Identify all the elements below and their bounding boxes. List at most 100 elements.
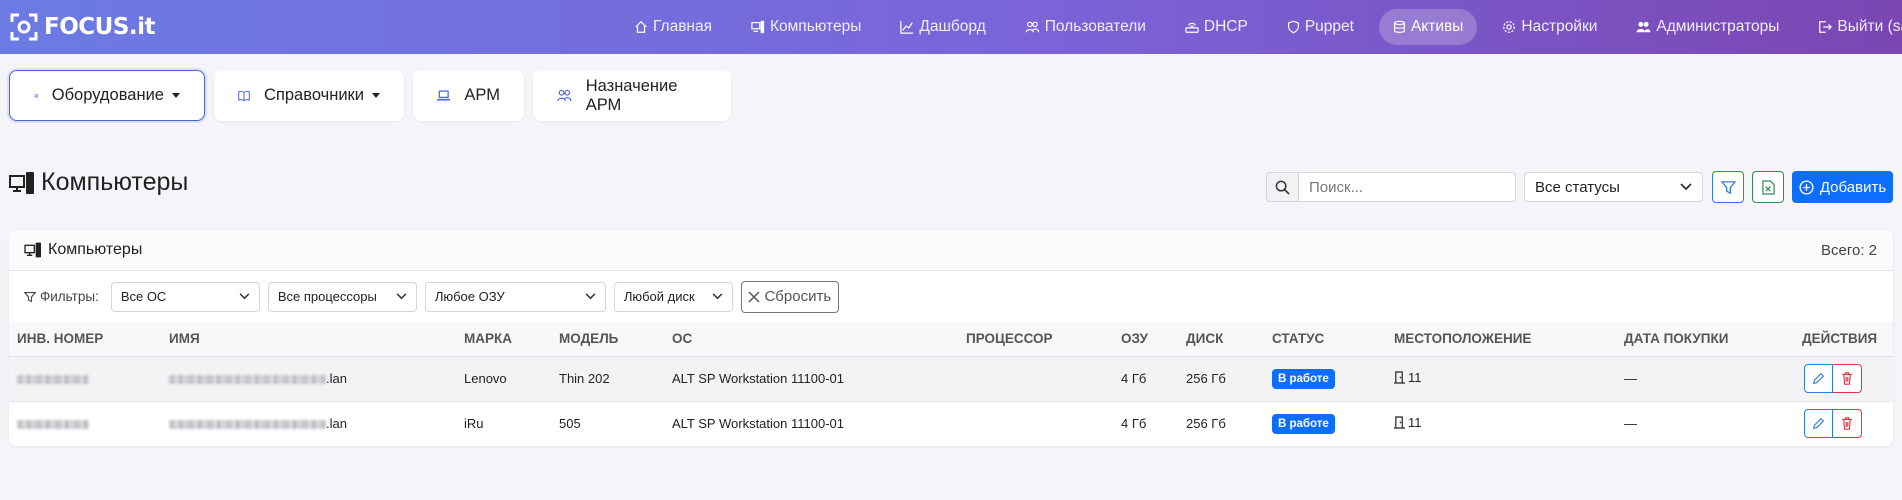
location-value: 11 [1408, 415, 1422, 431]
nav-item-label: DHCP [1203, 18, 1248, 35]
top-navbar: FOCUS.it Главная Компьютеры Дашборд Поль… [0, 0, 1902, 54]
cpu-filter-select[interactable]: Все процессоры [267, 281, 417, 312]
pc-display-icon [9, 171, 34, 194]
tab-label: АРМ [464, 86, 500, 104]
search-group [1266, 172, 1516, 202]
export-excel-button[interactable] [1752, 171, 1784, 203]
edit-button[interactable] [1804, 409, 1833, 439]
column-header[interactable]: МАРКА [456, 322, 551, 357]
purchase-date-cell: — [1616, 356, 1794, 402]
people-fill-icon [1636, 21, 1651, 33]
nav-item-settings[interactable]: Настройки [1488, 9, 1611, 45]
redacted-inv-number [17, 375, 89, 385]
gear-icon [1503, 21, 1516, 33]
page-title-text: Компьютеры [41, 168, 189, 196]
disk-cell: 256 Гб [1178, 401, 1264, 446]
delete-button[interactable] [1833, 409, 1862, 439]
card-header: Компьютеры Всего: 2 [9, 230, 1893, 271]
nav-item-label: Администраторы [1656, 18, 1780, 35]
cpu-cell [958, 356, 1113, 402]
page-title: Компьютеры [9, 168, 188, 197]
brand-logo[interactable]: FOCUS.it [10, 13, 156, 41]
reset-filters-button[interactable]: Сбросить [740, 280, 839, 313]
column-header[interactable]: СТАТУС [1264, 322, 1386, 357]
column-header[interactable]: ДИСК [1178, 322, 1264, 357]
table-header-row: ИНВ. НОМЕР ИМЯ МАРКА МОДЕЛЬ ОС ПРОЦЕССОР… [9, 322, 1893, 357]
nav-item-home[interactable]: Главная [620, 9, 726, 45]
nav-item-label: Дашборд [919, 18, 986, 35]
ram-filter-select[interactable]: Любое ОЗУ [424, 281, 606, 312]
search-input[interactable] [1298, 172, 1516, 202]
actions-cell [1794, 356, 1893, 402]
purchase-date-cell: — [1616, 401, 1794, 446]
delete-button[interactable] [1833, 364, 1862, 393]
column-header[interactable]: МОДЕЛЬ [551, 322, 664, 357]
cpu-cell [958, 401, 1113, 446]
status-cell: В работе [1264, 356, 1386, 402]
os-cell: ALT SP Workstation 11100-01 [664, 356, 958, 402]
filters-label-text: Фильтры: [40, 289, 99, 304]
column-header[interactable]: ОС [664, 322, 958, 357]
nav-item-assets[interactable]: Активы [1378, 9, 1478, 45]
redacted-inv-number [17, 420, 89, 430]
cpu-filter-value: Все процессоры [277, 289, 377, 304]
book-icon [238, 90, 250, 102]
add-computer-button[interactable]: Добавить [1792, 171, 1893, 203]
chart-line-icon [900, 20, 914, 34]
tab-label: Справочники [264, 86, 364, 104]
redacted-hostname [169, 375, 326, 385]
column-header[interactable]: МЕСТОПОЛОЖЕНИЕ [1386, 322, 1616, 357]
hostname-suffix: .lan [326, 371, 347, 386]
nav-item-admins[interactable]: Администраторы [1622, 9, 1793, 45]
nav-item-users[interactable]: Пользователи [1011, 9, 1160, 45]
os-filter-select[interactable]: Все ОС [110, 281, 260, 312]
tab-references[interactable]: Справочники [214, 70, 404, 121]
table-row[interactable]: .lan Lenovo Thin 202 ALT SP Workstation … [9, 356, 1893, 402]
pencil-icon [1812, 418, 1825, 430]
nav-item-computers[interactable]: Компьютеры [737, 9, 875, 45]
status-filter-select[interactable]: Все статусы [1524, 172, 1703, 202]
table-row[interactable]: .lan iRu 505 ALT SP Workstation 11100-01… [9, 401, 1893, 446]
ram-cell: 4 Гб [1113, 401, 1178, 446]
nav-item-label: Главная [653, 18, 712, 35]
disk-filter-value: Любой диск [623, 289, 695, 304]
filter-toggle-button[interactable] [1712, 171, 1744, 203]
column-header[interactable]: ОЗУ [1113, 322, 1178, 357]
redacted-hostname [169, 420, 326, 430]
nav-item-dhcp[interactable]: DHCP [1171, 9, 1262, 45]
column-header[interactable]: ИМЯ [161, 322, 456, 357]
name-cell: .lan [161, 401, 456, 446]
tab-label: Назначение АРМ [585, 76, 678, 114]
nav-item-label: Активы [1410, 18, 1464, 35]
status-badge: В работе [1272, 368, 1335, 389]
actions-cell [1794, 401, 1893, 446]
location-value: 11 [1408, 370, 1422, 385]
tab-equipment[interactable]: Оборудование [9, 70, 205, 121]
nav-item-puppet[interactable]: Puppet [1273, 9, 1368, 45]
name-cell: .lan [161, 356, 456, 402]
reset-button-label: Сбросить [764, 288, 832, 305]
filters-label: Фильтры: [24, 289, 99, 304]
column-header: ДЕЙСТВИЯ [1794, 322, 1893, 357]
tab-arm[interactable]: АРМ [413, 70, 524, 121]
status-badge: В работе [1272, 413, 1335, 434]
ram-cell: 4 Гб [1113, 356, 1178, 402]
column-header[interactable]: ПРОЦЕССОР [958, 322, 1113, 357]
column-header[interactable]: ДАТА ПОКУПКИ [1616, 322, 1794, 357]
column-header[interactable]: ИНВ. НОМЕР [9, 322, 161, 357]
focus-logo-icon [10, 13, 38, 41]
disk-filter-select[interactable]: Любой диск [613, 281, 733, 312]
location-cell: 11 [1386, 356, 1616, 402]
nav-item-label: Настройки [1521, 18, 1598, 35]
tab-arm-assignment[interactable]: Назначение АРМ [533, 70, 731, 121]
nav-item-logout[interactable]: Выйти (sanadmin) [1804, 9, 1902, 45]
total-count: Всего: 2 [1820, 241, 1877, 259]
door-icon [1394, 371, 1405, 384]
brand-name: FOCUS.it [44, 14, 156, 40]
plus-circle-icon [1799, 179, 1814, 195]
nav-item-dashboard[interactable]: Дашборд [886, 9, 999, 45]
people-icon [557, 89, 572, 102]
edit-button[interactable] [1804, 364, 1833, 393]
card-title-text: Компьютеры [48, 241, 143, 258]
funnel-icon [24, 291, 36, 302]
